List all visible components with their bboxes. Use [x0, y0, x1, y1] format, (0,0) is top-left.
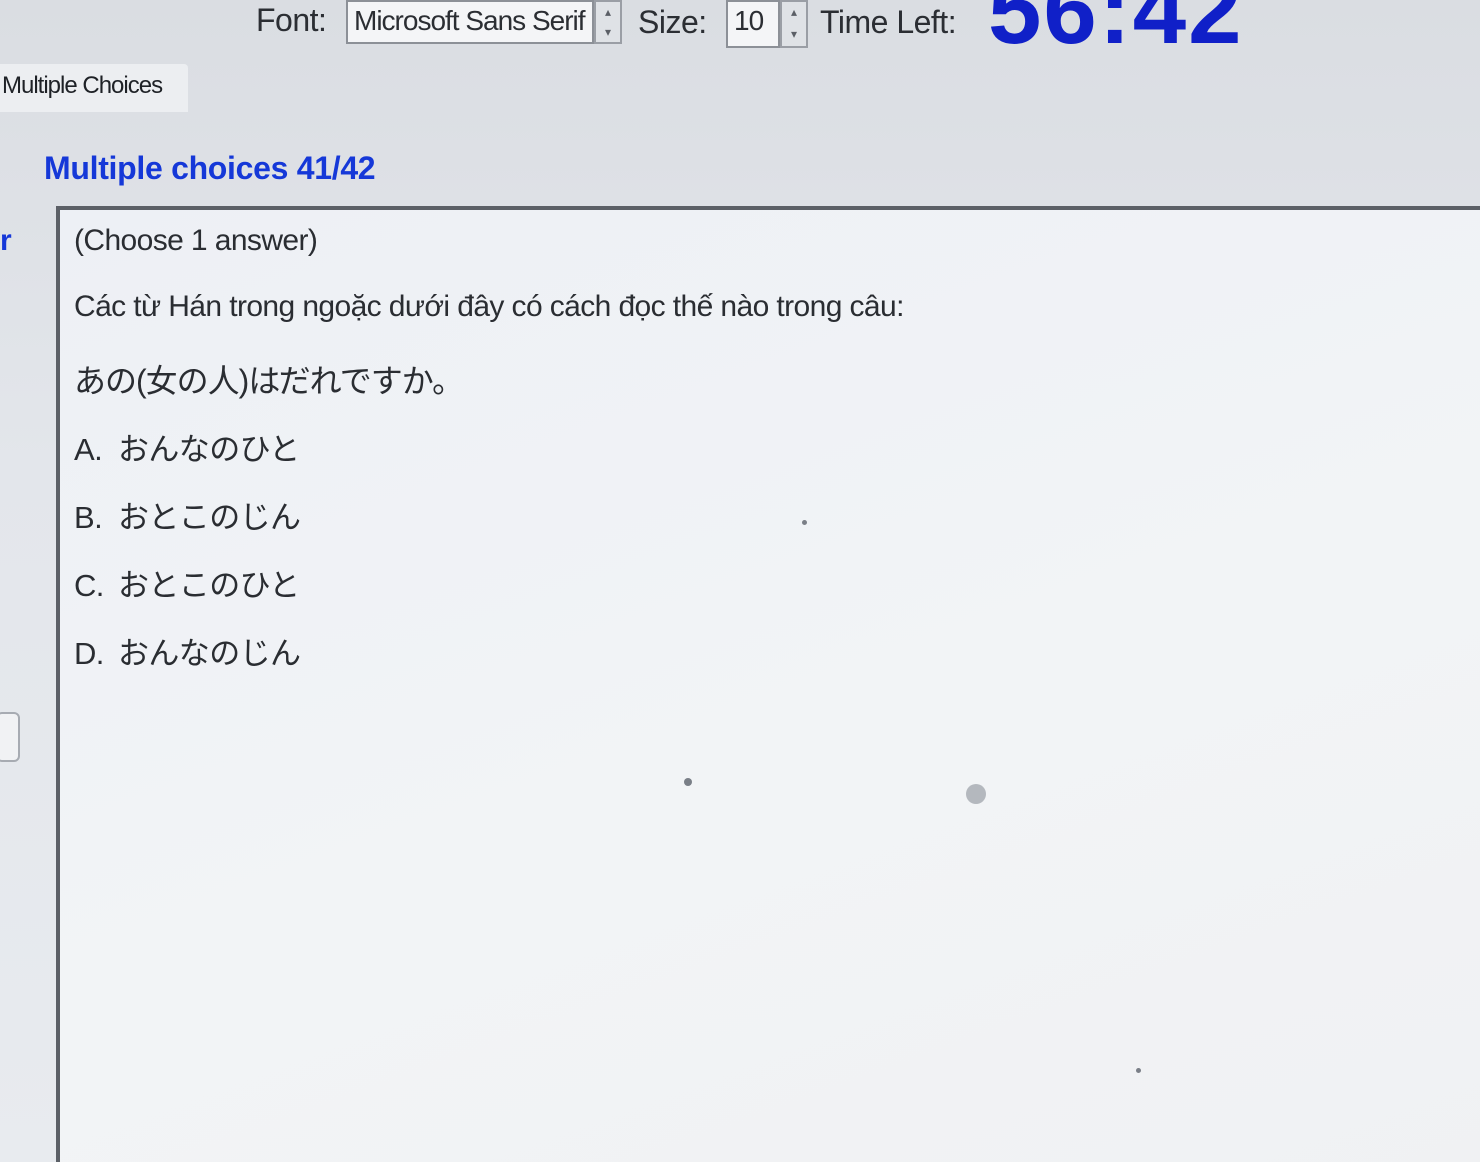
- tab-multiple-choices[interactable]: Multiple Choices: [0, 64, 188, 112]
- question-prompt: Các từ Hán trong ngoặc dưới đây có cách …: [74, 290, 904, 323]
- spinner-down-icon[interactable]: ▾: [596, 22, 620, 42]
- size-field[interactable]: 10: [726, 0, 780, 48]
- font-spinner[interactable]: ▴ ▾: [594, 0, 622, 44]
- answer-option-b[interactable]: B. おとこのじん: [74, 492, 301, 537]
- option-letter: A.: [74, 432, 103, 467]
- screen-speck: [1136, 1068, 1141, 1073]
- time-left-label: Time Left:: [820, 4, 957, 40]
- exam-window: Font: Microsoft Sans Serif ▴ ▾ Size: 10 …: [0, 0, 1480, 1162]
- option-text: おんなのじん: [118, 636, 301, 671]
- spinner-down-icon[interactable]: ▾: [782, 24, 806, 46]
- size-spinner[interactable]: ▴ ▾: [780, 0, 808, 48]
- answer-option-c[interactable]: C. おとこのひと: [74, 560, 300, 605]
- screen-speck: [684, 778, 692, 786]
- left-panel-control[interactable]: [0, 712, 20, 762]
- question-instruction: (Choose 1 answer): [74, 224, 318, 257]
- option-text: おとこのひと: [118, 568, 300, 603]
- question-panel: (Choose 1 answer) Các từ Hán trong ngoặc…: [56, 206, 1480, 1162]
- left-panel-fragment: r: [0, 224, 12, 257]
- time-left-timer: 56:42: [988, 0, 1244, 64]
- spinner-up-icon[interactable]: ▴: [782, 2, 806, 24]
- option-text: おんなのひと: [118, 432, 300, 467]
- spinner-up-icon[interactable]: ▴: [596, 2, 620, 22]
- option-text: おとこのじん: [118, 500, 301, 535]
- answer-option-d[interactable]: D. おんなのじん: [74, 628, 301, 673]
- question-sentence: あの(女の人)はだれですか。: [74, 363, 464, 399]
- font-selector[interactable]: Microsoft Sans Serif: [346, 0, 594, 44]
- screen-smudge: [966, 784, 986, 804]
- answer-option-a[interactable]: A. おんなのひと: [74, 424, 300, 469]
- section-title: Multiple choices 41/42: [44, 150, 376, 186]
- option-letter: D.: [74, 636, 104, 671]
- option-letter: B.: [74, 500, 103, 535]
- font-label: Font:: [256, 2, 327, 38]
- screen-speck: [802, 520, 807, 525]
- option-letter: C.: [74, 568, 104, 603]
- size-label: Size:: [638, 4, 707, 40]
